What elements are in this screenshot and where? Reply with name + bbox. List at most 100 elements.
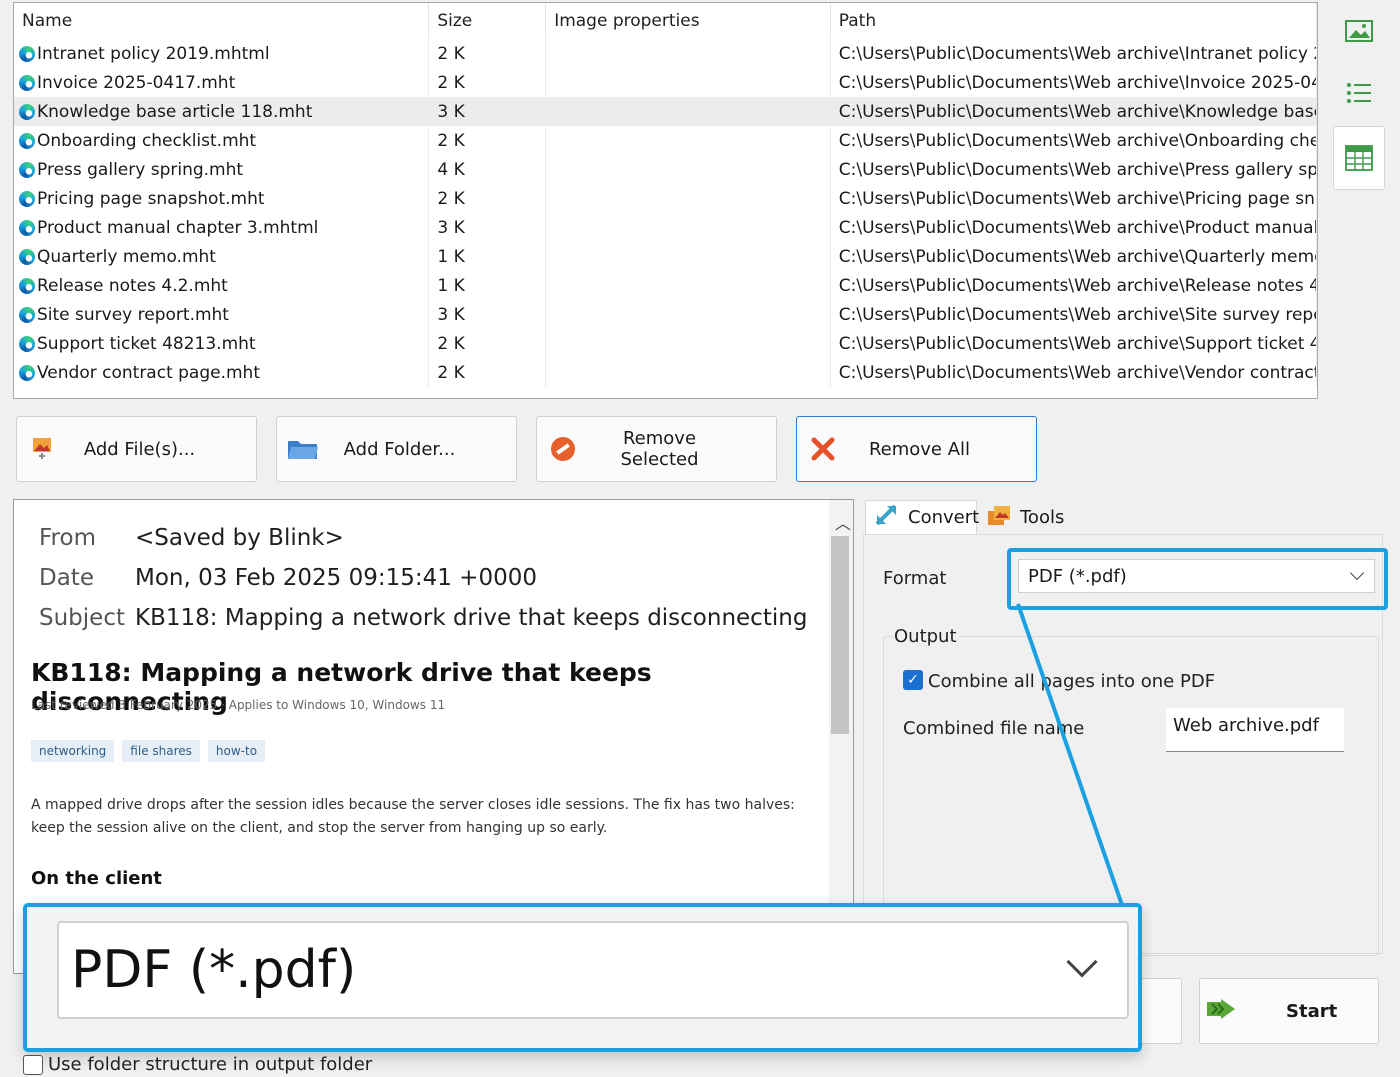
file-name-cell: Intranet policy 2019.mhtml <box>14 39 430 68</box>
file-name-cell: Release notes 4.2.mht <box>14 271 430 300</box>
mht-file-icon <box>19 132 35 149</box>
remove-icon <box>543 436 583 462</box>
tools-icon <box>986 503 1014 532</box>
tag[interactable]: file shares <box>122 740 200 762</box>
article-tags: networking file shares how-to <box>31 740 266 762</box>
file-path-cell: C:\Users\Public\Documents\Web archive\Si… <box>831 300 1317 329</box>
file-name-cell: Invoice 2025-0417.mht <box>14 68 430 97</box>
tag[interactable]: how-to <box>207 740 266 762</box>
file-path-cell: C:\Users\Public\Documents\Web archive\Re… <box>831 271 1317 300</box>
image-properties-cell <box>546 126 831 155</box>
table-row[interactable]: Product manual chapter 3.mhtml 3 K C:\User… <box>14 213 1317 242</box>
file-size-cell: 3 K <box>429 213 547 242</box>
table-row[interactable]: Support ticket 48213.mht 2 K C:\Users\Publ… <box>14 329 1317 358</box>
mht-file-icon <box>19 103 35 120</box>
tab-convert[interactable]: Convert <box>865 500 979 534</box>
file-size-cell: 2 K <box>429 329 547 358</box>
combine-label: Combine all pages into one PDF <box>928 671 1216 692</box>
add-folder-button[interactable]: Add Folder... <box>276 416 517 482</box>
file-size-cell: 3 K <box>429 300 547 329</box>
file-name-cell: Knowledge base article 118.mht <box>14 97 430 126</box>
file-path-cell: C:\Users\Public\Documents\Web archive\Ve… <box>831 358 1317 387</box>
section-heading: On the client <box>31 868 162 889</box>
file-path-cell: C:\Users\Public\Documents\Web archive\On… <box>831 126 1317 155</box>
table-row[interactable]: Release notes 4.2.mht 1 K C:\Users\Public\… <box>14 271 1317 300</box>
file-size-cell: 3 K <box>429 97 547 126</box>
image-properties-cell <box>546 184 831 213</box>
table-row[interactable]: Invoice 2025-0417.mht 2 K C:\Users\Public\… <box>14 68 1317 97</box>
scrollbar-thumb[interactable] <box>831 536 849 734</box>
file-size-cell: 1 K <box>429 271 547 300</box>
combine-checkbox[interactable]: ✓ <box>903 670 923 690</box>
folder-icon <box>283 438 323 460</box>
tag[interactable]: networking <box>31 740 115 762</box>
combined-file-name-input[interactable]: Web archive.pdf <box>1166 708 1344 752</box>
column-size[interactable]: Size <box>429 3 547 39</box>
mht-file-icon <box>19 219 35 236</box>
column-name[interactable]: Name <box>14 3 430 39</box>
file-name-cell: Press gallery spring.mht <box>14 155 430 184</box>
image-properties-cell <box>546 97 831 126</box>
table-icon <box>1345 145 1373 171</box>
file-name-cell: Onboarding checklist.mht <box>14 126 430 155</box>
folder-structure-label: Use folder structure in output folder <box>48 1054 373 1075</box>
mht-file-icon <box>19 248 35 265</box>
column-path[interactable]: Path <box>831 3 1317 39</box>
file-path-cell: C:\Users\Public\Documents\Web archive\Pr… <box>831 184 1317 213</box>
start-button[interactable]: Start <box>1199 978 1379 1044</box>
table-row[interactable]: Knowledge base article 118.mht 3 K C:\User… <box>14 97 1317 126</box>
file-name-cell: Pricing page snapshot.mht <box>14 184 430 213</box>
image-properties-cell <box>546 242 831 271</box>
file-list-header: Name Size Image properties Path <box>14 3 1317 39</box>
add-files-button[interactable]: Add File(s)... <box>16 416 257 482</box>
scroll-up-icon[interactable]: ︿ <box>835 510 851 534</box>
add-image-icon <box>23 437 63 461</box>
start-arrow-icon <box>1206 998 1236 1025</box>
header-date: Date Mon, 03 Feb 2025 09:15:41 +0000 <box>39 565 537 591</box>
mht-file-icon <box>19 45 35 62</box>
file-path-cell: C:\Users\Public\Documents\Web archive\Pr… <box>831 213 1317 242</box>
file-path-cell: C:\Users\Public\Documents\Web archive\Su… <box>831 329 1317 358</box>
image-properties-cell <box>546 329 831 358</box>
convert-icon <box>874 503 900 532</box>
file-path-cell: C:\Users\Public\Documents\Web archive\In… <box>831 39 1317 68</box>
image-icon <box>1345 20 1373 42</box>
mht-file-icon <box>19 306 35 323</box>
mht-file-icon <box>19 190 35 207</box>
format-label: Format <box>883 568 947 589</box>
image-properties-cell <box>546 358 831 387</box>
table-row[interactable]: Intranet policy 2019.mhtml 2 K C:\Users\Pu… <box>14 39 1317 68</box>
table-row[interactable]: Pricing page snapshot.mht 2 K C:\Users\Pub… <box>14 184 1317 213</box>
details-view-button[interactable] <box>1333 126 1385 190</box>
file-size-cell: 2 K <box>429 184 547 213</box>
combined-file-name-label: Combined file name <box>903 718 1085 739</box>
table-row[interactable]: Quarterly memo.mht 1 K C:\Users\Public\Doc… <box>14 242 1317 271</box>
thumbnail-view-button[interactable] <box>1333 0 1385 62</box>
mht-file-icon <box>19 74 35 91</box>
file-list[interactable]: Name Size Image properties Path Intranet… <box>13 2 1318 399</box>
remove-all-button[interactable]: Remove All <box>796 416 1037 482</box>
file-name-cell: Support ticket 48213.mht <box>14 329 430 358</box>
list-view-button[interactable] <box>1333 62 1385 124</box>
image-properties-cell <box>546 213 831 242</box>
column-image-properties[interactable]: Image properties <box>546 3 831 39</box>
mht-file-icon <box>19 277 35 294</box>
file-size-cell: 2 K <box>429 358 547 387</box>
mht-file-icon <box>19 161 35 178</box>
image-properties-cell <box>546 39 831 68</box>
table-row[interactable]: Press gallery spring.mht 4 K C:\Users\Publ… <box>14 155 1317 184</box>
file-path-cell: C:\Users\Public\Documents\Web archive\Pr… <box>831 155 1317 184</box>
article-body: A mapped drive drops after the session i… <box>31 797 795 836</box>
view-switcher <box>1333 0 1385 190</box>
table-row[interactable]: Site survey report.mht 3 K C:\Users\Public… <box>14 300 1317 329</box>
table-row[interactable]: Onboarding checklist.mht 2 K C:\Users\Publ… <box>14 126 1317 155</box>
table-row[interactable]: Vendor contract page.mht 2 K C:\Users\Publ… <box>14 358 1317 387</box>
file-size-cell: 1 K <box>429 242 547 271</box>
header-from: From <Saved by Blink> <box>39 525 344 551</box>
remove-selected-button[interactable]: Remove Selected <box>536 416 777 482</box>
tab-tools[interactable]: Tools <box>982 500 1066 534</box>
folder-structure-checkbox[interactable] <box>23 1055 43 1075</box>
file-size-cell: 2 K <box>429 39 547 68</box>
mht-file-icon <box>19 364 35 381</box>
file-size-cell: 2 K <box>429 126 547 155</box>
